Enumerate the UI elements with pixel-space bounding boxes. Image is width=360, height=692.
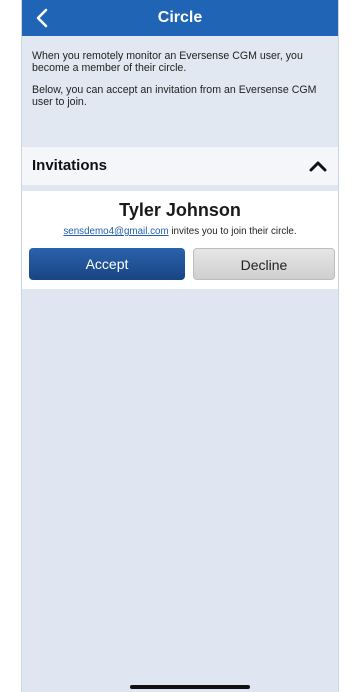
home-indicator[interactable] <box>130 685 250 689</box>
inviter-email-link[interactable]: sensdemo4@gmail.com <box>63 226 168 237</box>
intro-paragraph-1: When you remotely monitor an Eversense C… <box>32 50 303 74</box>
nav-bar: Circle <box>22 0 338 36</box>
chevron-up-icon <box>309 161 327 172</box>
intro-text: When you remotely monitor an Eversense C… <box>22 36 338 146</box>
invitation-message-text: invites you to join their circle. <box>168 226 297 237</box>
page-title: Circle <box>157 9 203 26</box>
collapse-button[interactable] <box>304 152 332 180</box>
invitation-message: sensdemo4@gmail.com invites you to join … <box>22 226 338 237</box>
decline-button[interactable]: Decline <box>193 248 335 280</box>
inviter-name: Tyler Johnson <box>119 200 241 220</box>
invitations-header[interactable]: Invitations <box>22 147 338 185</box>
invitations-title: Invitations <box>32 157 108 174</box>
intro-paragraph-2: Below, you can accept an invitation from… <box>32 84 317 108</box>
phone-screen: Circle When you remotely monitor an Ever… <box>21 0 339 692</box>
invitation-card: Tyler Johnson sensdemo4@gmail.com invite… <box>22 191 338 289</box>
accept-button[interactable]: Accept <box>29 248 185 280</box>
